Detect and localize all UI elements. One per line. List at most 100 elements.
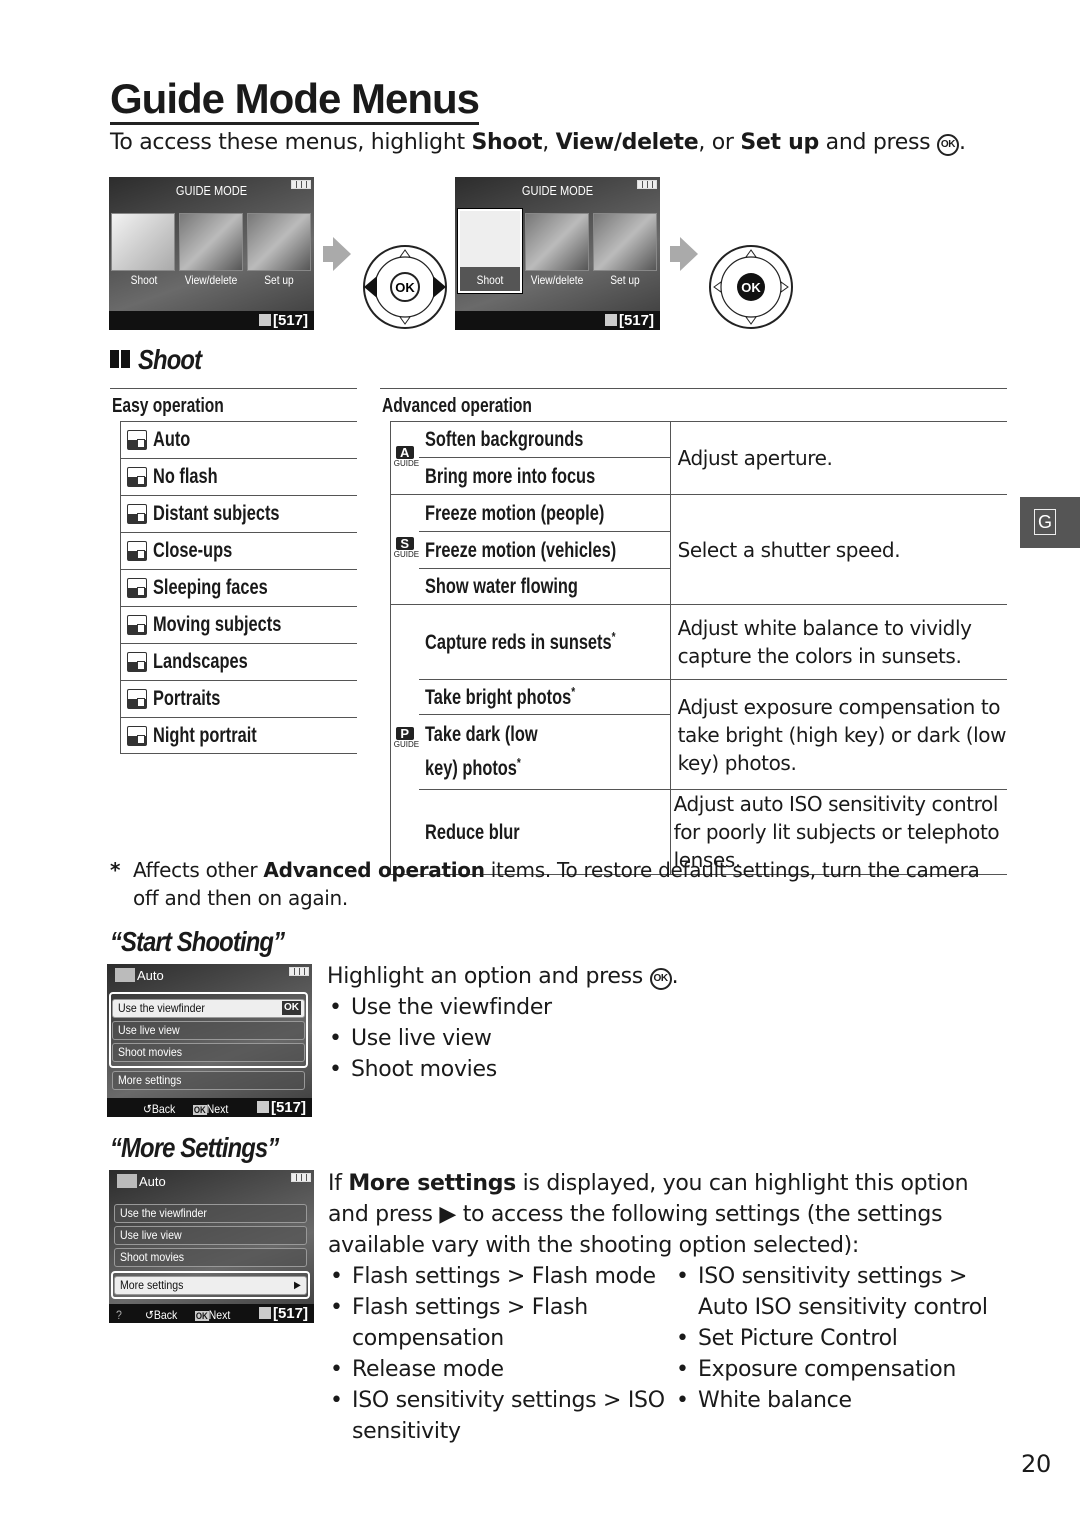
list-item: Flash settings > Flash compensation	[328, 1292, 674, 1354]
easy-operation-table: Easy operation Auto No flash Distant subje…	[110, 388, 357, 754]
mode-label: Moving subjects	[153, 613, 282, 636]
mode-label: Auto	[153, 428, 191, 451]
ok-button-icon: OK	[649, 968, 672, 990]
table-row: Take bright photos* Adjust exposure comp…	[391, 679, 1007, 790]
shoot-heading: Shoot	[138, 344, 202, 375]
option-description: Adjust white balance to vividly capture …	[669, 604, 1007, 680]
ok-badge-icon: OK	[282, 1001, 301, 1015]
programmed-auto-guide-icon: P GUIDE	[393, 726, 420, 749]
option-use-live-view[interactable]: Use live view	[112, 1021, 305, 1040]
footnote-mark: *	[611, 629, 616, 644]
option-label: Take dark (low key) photos	[424, 723, 538, 780]
frames-remaining: [517]	[272, 1305, 308, 1322]
next-hint: OKNext	[193, 1102, 229, 1116]
no-flash-icon	[127, 467, 147, 487]
shoot-label: Shoot	[476, 273, 504, 287]
frames-remaining: [517]	[272, 312, 308, 329]
screen-title: GUIDE MODE	[175, 183, 248, 198]
intro-text-part: and press	[818, 130, 938, 155]
multi-selector-right-icon: ▶	[439, 1202, 456, 1227]
footnote-mark: *	[516, 755, 521, 770]
battery-icon	[291, 180, 311, 189]
option-more-settings[interactable]: More settings	[112, 1071, 305, 1090]
intro-text: To access these menus, highlight Shoot , …	[110, 130, 966, 156]
footnote-text: Affects other	[133, 858, 264, 882]
instruction-text: Highlight an option and press	[327, 964, 650, 989]
ok-button-icon: OK	[937, 134, 960, 156]
auto-mode-icon	[256, 1101, 269, 1113]
mode-name: Auto	[137, 968, 164, 983]
arrow-right-icon	[323, 237, 351, 271]
page-title: Guide Mode Menus	[110, 76, 480, 125]
list-item: White balance	[674, 1385, 1004, 1416]
close-ups-icon	[127, 541, 147, 561]
back-hint: ↺Back	[143, 1102, 176, 1116]
view-delete-thumbnail	[179, 213, 243, 271]
option-shoot-movies[interactable]: Shoot movies	[112, 1043, 305, 1062]
intro-bold-view-delete: View/delete	[555, 130, 699, 155]
option-more-settings[interactable]: More settings ▶	[114, 1276, 307, 1295]
section-marker-icon	[110, 350, 119, 368]
frames-remaining: [517]	[618, 312, 654, 329]
multi-selector-left-right-icon: OK	[363, 245, 447, 329]
option-description: Adjust aperture.	[669, 421, 1007, 495]
start-shooting-options-list: Use the viewfinderUse live viewShoot mov…	[327, 992, 678, 1085]
screen-title: GUIDE MODE	[521, 183, 594, 198]
table-row: A GUIDE Soften backgrounds Adjust apertur…	[390, 421, 1007, 495]
help-icon: ?	[116, 1308, 122, 1322]
start-shooting-heading: “Start Shooting”	[110, 926, 285, 957]
option-description: Select a shutter speed.	[669, 494, 1007, 605]
set-up-thumbnail	[593, 213, 657, 271]
landscapes-icon	[127, 652, 147, 672]
mode-label: Distant subjects	[153, 502, 280, 525]
option-label: Capture reds in sunsets	[424, 631, 612, 654]
table-row: Night portrait	[120, 717, 357, 754]
battery-icon	[289, 967, 309, 976]
intro-bold-set-up: Set up	[740, 130, 819, 155]
advanced-operation-table: Advanced operation A GUIDE Soften backgro…	[380, 388, 1007, 875]
auto-mode-icon	[258, 314, 271, 326]
mode-name: Auto	[139, 1174, 166, 1189]
ok-label: OK	[395, 280, 415, 295]
auto-mode-icon	[604, 314, 617, 326]
list-item: Release mode	[328, 1354, 674, 1385]
table-row: Close-ups	[120, 532, 357, 569]
status-bar: [517]	[109, 311, 314, 330]
table-row: S GUIDE Freeze motion (people) Select a s…	[390, 494, 1007, 605]
view-delete-label: View/delete	[184, 273, 238, 287]
more-settings-heading: “More Settings”	[110, 1132, 279, 1163]
option-use-viewfinder[interactable]: Use the viewfinder OK	[112, 999, 305, 1018]
next-hint: OKNext	[195, 1308, 231, 1322]
settings-list-left: Flash settings > Flash modeFlash setting…	[328, 1261, 674, 1447]
list-item: ISO sensitivity settings > Auto ISO sens…	[674, 1261, 1004, 1323]
table-row: Sleeping faces	[120, 569, 357, 606]
option-label: Soften backgrounds	[424, 428, 583, 451]
option-shoot-movies[interactable]: Shoot movies	[114, 1248, 307, 1267]
list-item: Shoot movies	[327, 1054, 678, 1085]
option-description: Adjust exposure compensation to take bri…	[669, 679, 1007, 790]
footnote: * Affects other Advanced operation items…	[110, 856, 1000, 912]
footnote-mark: *	[570, 684, 575, 699]
view-delete-label: View/delete	[530, 273, 584, 287]
list-item: ISO sensitivity settings > ISO sensitivi…	[328, 1385, 674, 1447]
arrow-right-icon	[670, 237, 698, 271]
instruction-text: .	[671, 964, 679, 989]
table-row: Auto	[120, 421, 357, 458]
auto-mode-icon	[127, 430, 147, 450]
option-label: Show water flowing	[424, 575, 578, 598]
option-use-live-view[interactable]: Use live view	[114, 1226, 307, 1245]
section-tab-guide[interactable]: G	[1020, 497, 1080, 548]
set-up-label: Set up	[610, 273, 640, 287]
multi-selector-ok-icon: OK	[709, 245, 793, 329]
option-use-viewfinder[interactable]: Use the viewfinder	[114, 1204, 307, 1223]
intro-text-part: To access these menus, highlight	[110, 130, 472, 155]
frames-remaining: [517]	[270, 1099, 306, 1116]
shoot-thumbnail	[111, 213, 175, 271]
battery-icon	[637, 180, 657, 189]
start-shooting-screen: Auto Use the viewfinder OK Use live view …	[107, 964, 312, 1117]
intro-bold-shoot: Shoot	[471, 130, 543, 155]
start-shooting-text: Highlight an option and press OK. Use th…	[327, 961, 679, 1085]
instruction-text: If	[328, 1171, 349, 1196]
table-row: Portraits	[120, 680, 357, 717]
mode-label: Close-ups	[153, 539, 233, 562]
